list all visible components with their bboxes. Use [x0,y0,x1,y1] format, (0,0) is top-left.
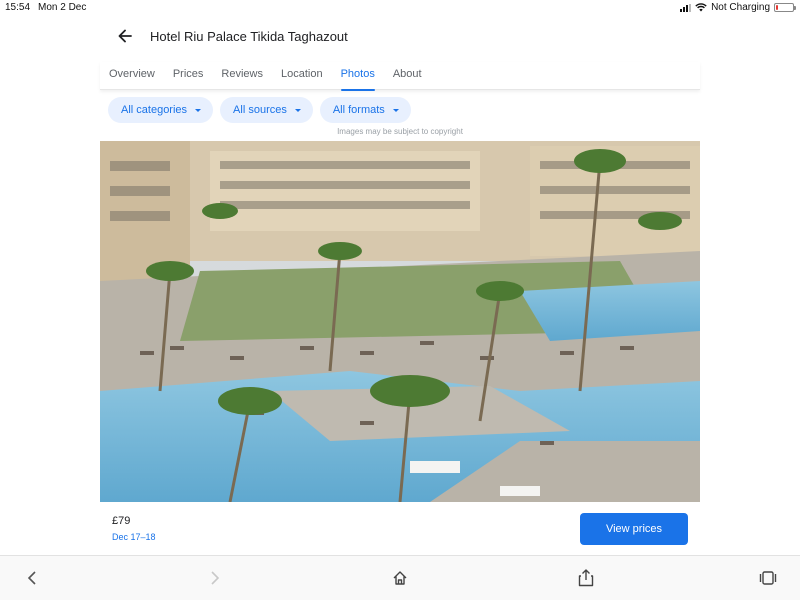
battery-icon [774,3,796,12]
wifi-icon [695,3,707,12]
filter-formats-dropdown[interactable]: All formats [319,97,411,123]
battery-level [776,5,779,10]
back-icon[interactable] [22,568,42,588]
share-icon[interactable] [576,568,596,588]
filter-chips: All categories All sources All formats [108,97,411,123]
filter-label: All sources [233,104,287,116]
status-time: 15:54 [5,2,31,13]
signal-icon [680,3,692,12]
caret-down-icon [392,108,399,112]
tab-location[interactable]: Location [272,62,332,90]
arrow-left-icon [118,29,132,43]
hotel-photo[interactable] [100,141,700,502]
caret-down-icon [195,108,202,112]
tab-bar: Overview Prices Reviews Location Photos … [100,62,700,91]
tab-overview[interactable]: Overview [100,62,164,90]
filter-label: All formats [332,104,385,116]
browser-toolbar [0,555,800,600]
tab-about[interactable]: About [384,62,431,90]
tabs-icon[interactable] [758,568,778,588]
filter-sources-dropdown[interactable]: All sources [220,97,313,123]
forward-icon[interactable] [205,568,225,588]
status-bar: 15:54 Mon 2 Dec Not Charging [0,0,800,16]
price-bar: £79 Dec 17–18 View prices [100,502,700,554]
status-date: Mon 2 Dec [38,2,87,13]
home-icon[interactable] [390,568,410,588]
filter-categories-dropdown[interactable]: All categories [108,97,214,123]
copyright-notice: Images may be subject to copyright [337,127,463,136]
tab-prices[interactable]: Prices [164,62,213,90]
stay-dates[interactable]: Dec 17–18 [112,532,156,542]
page-header: Hotel Riu Palace Tikida Taghazout [100,22,700,50]
status-indicators: Not Charging [680,2,796,13]
hotel-title: Hotel Riu Palace Tikida Taghazout [150,28,348,44]
view-prices-button[interactable]: View prices [580,513,688,545]
tab-photos[interactable]: Photos [332,62,384,91]
price-value: £79 [112,515,131,527]
back-button[interactable] [110,22,140,50]
filter-label: All categories [121,104,188,116]
resort-image [100,141,700,502]
tab-reviews[interactable]: Reviews [212,62,272,90]
charging-status: Not Charging [711,2,770,13]
caret-down-icon [294,108,301,112]
